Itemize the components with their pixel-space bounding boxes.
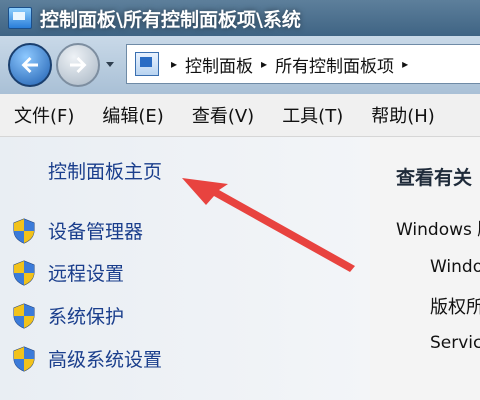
task-remote-settings[interactable]: 远程设置 [12,259,124,286]
uac-shield-icon [13,302,35,329]
window-title: 控制面板\所有控制面板项\系统 [40,8,301,31]
task-pane: 控制面板主页 设备管理器 远程设置 系统保护 高级系统设置 [0,137,370,400]
windows-edition-value: Windo [430,257,480,277]
task-label: 高级系统设置 [48,349,163,371]
forward-arrow-icon [70,57,87,73]
task-label: 系统保护 [48,306,125,328]
task-advanced-system-settings[interactable]: 高级系统设置 [12,345,162,372]
uac-shield-icon [13,259,35,286]
address-box[interactable]: ▸ 控制面板 ▸ 所有控制面板项 ▸ [126,44,480,84]
crumb-dropdown-icon[interactable]: ▸ [171,57,177,71]
breadcrumb-control-panel[interactable]: 控制面板 [185,52,253,77]
crumb-dropdown-icon[interactable]: ▸ [261,57,267,71]
task-system-protection[interactable]: 系统保护 [12,302,124,329]
breadcrumb-all-items[interactable]: 所有控制面板项 [275,52,394,77]
uac-shield-icon [13,217,35,244]
title-bar: 控制面板\所有控制面板项\系统 [0,0,480,36]
forward-button[interactable] [56,43,100,87]
control-panel-icon [8,7,32,29]
system-info-pane: 查看有关 Windows 版 Windo 版权所 Servic [370,137,480,400]
back-arrow-icon [21,57,38,73]
menu-file[interactable]: 文件(F) [14,102,74,128]
menu-tools[interactable]: 工具(T) [282,102,343,128]
history-dropdown-icon[interactable] [104,58,116,70]
task-device-manager[interactable]: 设备管理器 [12,217,143,244]
menu-view[interactable]: 查看(V) [192,102,254,128]
menu-bar: 文件(F) 编辑(E) 查看(V) 工具(T) 帮助(H) [0,94,480,137]
back-button[interactable] [8,43,52,87]
copyright-text: 版权所 [430,297,480,318]
crumb-dropdown-icon[interactable]: ▸ [402,57,408,71]
address-bar: ▸ 控制面板 ▸ 所有控制面板项 ▸ [0,36,480,94]
uac-shield-icon [13,345,35,372]
task-label: 设备管理器 [48,221,144,243]
menu-edit[interactable]: 编辑(E) [102,102,163,128]
control-panel-home-link[interactable]: 控制面板主页 [48,157,162,184]
task-label: 远程设置 [48,263,125,285]
service-pack-text: Servic [430,333,480,353]
control-panel-icon [135,52,159,76]
page-heading: 查看有关 [396,167,473,189]
menu-help[interactable]: 帮助(H) [371,102,435,128]
windows-edition-label: Windows 版 [396,220,480,240]
